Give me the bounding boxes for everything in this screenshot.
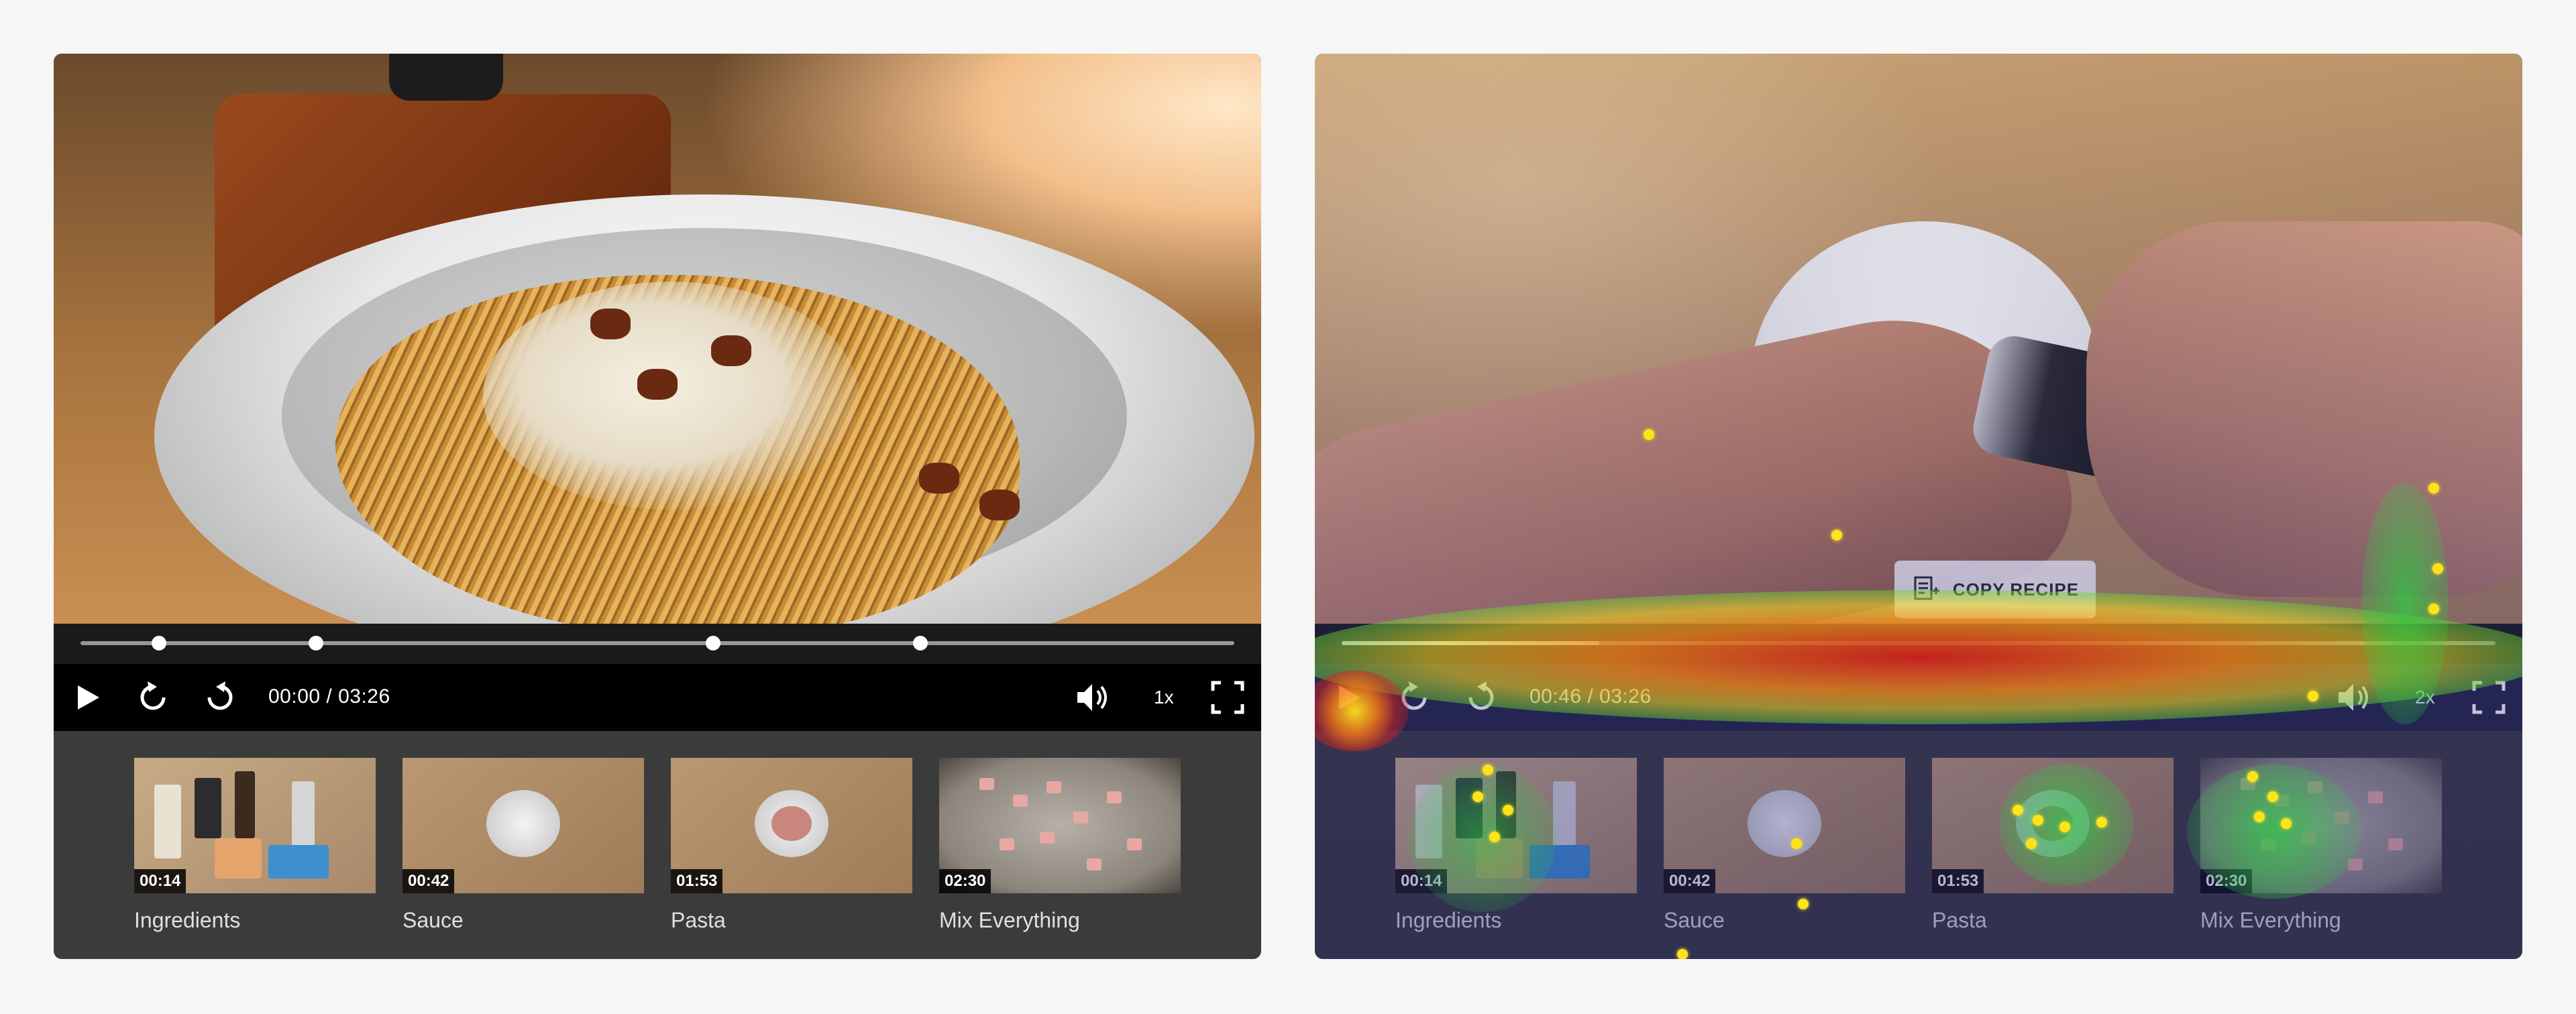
rewind-icon[interactable] bbox=[134, 679, 172, 716]
playback-speed[interactable]: 1x bbox=[1154, 687, 1174, 708]
chapter-timestamp: 00:42 bbox=[402, 869, 455, 893]
chapter-marker[interactable] bbox=[913, 636, 928, 651]
video-frame[interactable] bbox=[54, 54, 1261, 624]
play-icon[interactable] bbox=[1330, 679, 1367, 716]
progress-bar[interactable] bbox=[1315, 624, 2522, 664]
video-area[interactable]: 00:00 / 03:26 1x bbox=[54, 54, 1261, 731]
fullscreen-icon[interactable] bbox=[1209, 679, 1246, 716]
control-bar: 00:46 / 03:26 2x bbox=[1315, 664, 2522, 731]
forward-icon[interactable] bbox=[201, 679, 239, 716]
video-frame[interactable] bbox=[1315, 54, 2522, 624]
chapter-timestamp: 00:14 bbox=[1395, 869, 1448, 893]
chapter-marker[interactable] bbox=[308, 636, 323, 651]
forward-icon[interactable] bbox=[1462, 679, 1500, 716]
chapter-marker[interactable] bbox=[151, 636, 166, 651]
chapter-card-ingredients[interactable]: 00:14 Ingredients bbox=[1395, 758, 1637, 932]
chapter-thumbnail[interactable]: 01:53 bbox=[671, 758, 912, 893]
chapter-thumbnail[interactable]: 00:42 bbox=[1664, 758, 1905, 893]
volume-icon[interactable] bbox=[2334, 679, 2372, 716]
time-display: 00:46 / 03:26 bbox=[1529, 685, 1652, 708]
copy-recipe-label: COPY RECIPE bbox=[1952, 579, 2080, 600]
chapter-thumbnail[interactable]: 00:14 bbox=[1395, 758, 1637, 893]
copy-recipe-icon bbox=[1914, 576, 1939, 600]
chapter-card-pasta[interactable]: 01:53 Pasta bbox=[671, 758, 912, 932]
progress-bar[interactable] bbox=[54, 624, 1261, 664]
chapter-timestamp: 02:30 bbox=[939, 869, 991, 893]
copy-recipe-button[interactable]: COPY RECIPE bbox=[1894, 561, 2096, 618]
chapter-card-sauce[interactable]: 00:42 Sauce bbox=[402, 758, 644, 932]
chapter-timestamp: 00:42 bbox=[1664, 869, 1716, 893]
video-area[interactable]: COPY RECIPE 00:46 / 03:26 2x bbox=[1315, 54, 2522, 731]
fullscreen-icon[interactable] bbox=[2470, 679, 2508, 716]
progress-track[interactable] bbox=[1342, 641, 2496, 645]
progress-fill bbox=[1342, 641, 1599, 645]
chapter-thumbnail[interactable]: 00:42 bbox=[402, 758, 644, 893]
chapter-card-mix-everything[interactable]: 02:30 Mix Everything bbox=[2200, 758, 2442, 932]
play-icon[interactable] bbox=[68, 679, 106, 716]
chapter-label[interactable]: Pasta bbox=[1932, 908, 1987, 933]
chapter-list: 00:14 Ingredients 00:42 Sauce 01:53 Past… bbox=[54, 731, 1261, 959]
chapter-thumbnail[interactable]: 00:14 bbox=[134, 758, 376, 893]
chapter-thumbnail[interactable]: 02:30 bbox=[939, 758, 1181, 893]
chapter-thumbnail[interactable]: 01:53 bbox=[1932, 758, 2174, 893]
playback-speed[interactable]: 2x bbox=[2415, 687, 2435, 708]
chapter-list: 00:14 Ingredients 00:42 Sauce 01:53 Past… bbox=[1315, 731, 2522, 959]
video-player-original: 00:00 / 03:26 1x 00:14 Ingredients 00:42… bbox=[54, 54, 1261, 959]
chapter-label[interactable]: Sauce bbox=[1664, 908, 1725, 933]
video-player-heatmap: COPY RECIPE 00:46 / 03:26 2x 00:14 Ingre… bbox=[1315, 54, 2522, 959]
chapter-timestamp: 00:14 bbox=[134, 869, 186, 893]
volume-icon[interactable] bbox=[1073, 679, 1111, 716]
chapter-label[interactable]: Mix Everything bbox=[939, 908, 1080, 933]
chapter-label[interactable]: Ingredients bbox=[134, 908, 240, 933]
chapter-label[interactable]: Ingredients bbox=[1395, 908, 1501, 933]
chapter-card-mix-everything[interactable]: 02:30 Mix Everything bbox=[939, 758, 1181, 932]
chapter-timestamp: 01:53 bbox=[671, 869, 723, 893]
chapter-timestamp: 01:53 bbox=[1932, 869, 1984, 893]
chapter-label[interactable]: Sauce bbox=[402, 908, 464, 933]
time-display: 00:00 / 03:26 bbox=[268, 685, 390, 708]
rewind-icon[interactable] bbox=[1395, 679, 1433, 716]
chapter-thumbnail[interactable]: 02:30 bbox=[2200, 758, 2442, 893]
hand bbox=[2086, 221, 2522, 597]
chapter-timestamp: 02:30 bbox=[2200, 869, 2253, 893]
progress-track[interactable] bbox=[80, 636, 1234, 651]
chapter-card-ingredients[interactable]: 00:14 Ingredients bbox=[134, 758, 376, 932]
chapter-card-sauce[interactable]: 00:42 Sauce bbox=[1664, 758, 1905, 932]
control-bar: 00:00 / 03:26 1x bbox=[54, 664, 1261, 731]
chapter-label[interactable]: Mix Everything bbox=[2200, 908, 2341, 933]
chapter-label[interactable]: Pasta bbox=[671, 908, 726, 933]
chapter-card-pasta[interactable]: 01:53 Pasta bbox=[1932, 758, 2174, 932]
chapter-marker[interactable] bbox=[706, 636, 721, 651]
